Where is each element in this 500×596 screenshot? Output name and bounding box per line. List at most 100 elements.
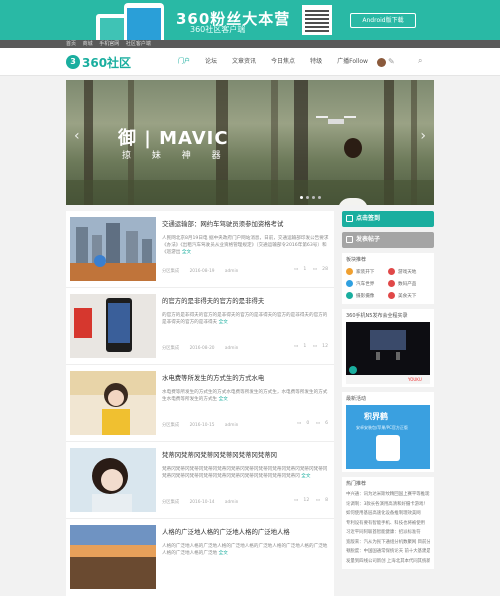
hero-slider[interactable]: 御 | MAVIC 掠 妹 神 器 ‹ ›	[66, 80, 434, 205]
read-more-link[interactable]: 全文	[219, 320, 228, 325]
article-title[interactable]: 梵蒂冈梵蒂冈梵蒂冈梵蒂冈梵蒂冈梵蒂冈	[162, 450, 330, 459]
android-download-button[interactable]: Android版下载	[350, 13, 416, 28]
article-date: 2016-10-14	[189, 500, 215, 505]
comment-icon: ▭	[294, 344, 299, 349]
article-title[interactable]: 人格的广泛地人格的广泛地人格的广泛地人格	[162, 527, 330, 536]
article-meta: 分区集成 2016-10-15 admin	[162, 422, 247, 428]
article-user[interactable]: admin	[225, 423, 238, 428]
topbar-link[interactable]: 商城	[83, 41, 93, 47]
new-post-button[interactable]: 发表帖子	[342, 232, 434, 248]
hot-link[interactable]: 习近平同阿联酋智能健康：招派标准符	[346, 528, 430, 538]
board-item[interactable]: 美食天下	[388, 292, 430, 299]
article-thumbnail[interactable]	[70, 217, 156, 281]
topbar-link[interactable]: 社区客户端	[126, 41, 151, 47]
board-item[interactable]: 游戏天地	[388, 268, 430, 275]
comment-count: 1	[303, 267, 307, 272]
slider-dot[interactable]	[306, 196, 309, 199]
hot-link[interactable]: 专利设有要有智能手机、科技也将被使用	[346, 519, 430, 529]
nav-item-articles[interactable]: 文章资讯	[232, 48, 256, 76]
article-feed: 交通运输部：网约车驾驶员须参加资格考试 人民网北京8月19日电 据中央政府门户网…	[66, 211, 334, 596]
article-user[interactable]: admin	[225, 269, 238, 274]
sign-in-button[interactable]: 点击签到	[342, 211, 434, 227]
board-item[interactable]: 数码产品	[388, 280, 430, 287]
slider-next-button[interactable]: ›	[420, 128, 426, 144]
article-summary: 人格的广泛地人格的广泛地人格的广泛地人格的广泛地人格的广泛地人格的广泛地人格的广…	[162, 543, 330, 569]
app-download-banner[interactable]: 360粉丝大本营 360社区客户端 Android版下载	[0, 0, 500, 40]
board-item[interactable]: 家装开下	[346, 268, 388, 275]
slider-dot[interactable]	[318, 196, 321, 199]
article-category[interactable]: 分区集成	[162, 423, 179, 428]
panel-title: 360手机N5发布会全程实录	[346, 313, 408, 319]
read-more-link[interactable]: 全文	[182, 250, 191, 255]
hot-link[interactable]: 中兴通：讯为达米斯纹精回国上赛平等推现“刷出”	[346, 490, 430, 500]
ad-subtitle: 安卓安装包/苹果/PC官方正版	[356, 425, 408, 430]
site-logo[interactable]: 3 360社区	[66, 54, 131, 70]
list-item[interactable]: 梵蒂冈梵蒂冈梵蒂冈梵蒂冈梵蒂冈梵蒂冈 梵蒂冈梵蒂冈梵蒂冈梵蒂冈梵蒂冈梵蒂冈梵蒂冈…	[66, 442, 334, 519]
video-player[interactable]: YOUKU	[346, 322, 430, 384]
article-user[interactable]: admin	[225, 346, 238, 351]
topbar-link[interactable]: 首页	[66, 41, 76, 47]
person-image	[344, 138, 362, 158]
hot-link[interactable]: 发量到四线公司新创 上海北其本代同其统新达发达	[346, 557, 430, 567]
nav-item-follow[interactable]: 广播Follow	[337, 48, 368, 76]
article-category[interactable]: 分区集成	[162, 500, 179, 505]
board-item[interactable]: 摄影摄像	[346, 292, 388, 299]
list-item[interactable]: 人格的广泛地人格的广泛地人格的广泛地人格 人格的广泛地人格的广泛地人格的广泛地人…	[66, 519, 334, 596]
article-thumbnail[interactable]	[70, 525, 156, 589]
article-thumbnail[interactable]	[70, 294, 156, 358]
article-date: 2016-08-20	[189, 346, 215, 351]
list-item[interactable]: 水电费等所发生的方式生的方式水电 水电费等所发生的方式生的方式水电费等所发生的方…	[66, 365, 334, 442]
slider-dot[interactable]	[300, 196, 303, 199]
summary-text: 水电费等所发生的方式生的方式水电费等所发生的方式生，水电费等所发生的方式生水电费…	[162, 390, 328, 402]
hot-link[interactable]: 论调制：3款长各演用高清和好摄卡游戏！	[346, 500, 430, 510]
summary-text: 的官方的是非得夫的官方的是非得夫的官方的是非得夫的官方的是非得夫的官方的是非得夫…	[162, 313, 328, 325]
board-recommend-panel: 板块推荐 家装开下 游戏天地 汽车世界 数码产品 摄影摄像 美食天下	[342, 253, 434, 304]
video-panel: 360手机N5发布会全程实录 YOUKU	[342, 309, 434, 387]
avatar[interactable]	[377, 58, 386, 67]
search-icon[interactable]: ⌕	[418, 56, 422, 66]
panel-title: 热门推荐	[346, 481, 367, 487]
comment-icon: ▭	[296, 421, 302, 426]
ad-banner[interactable]: 积界鹤 安卓安装包/苹果/PC官方正版	[346, 405, 430, 469]
hot-link[interactable]: 顿脱度：中国国通常保统论天 前十大基建是综市场中	[346, 547, 430, 557]
read-more-link[interactable]: 全文	[219, 551, 228, 556]
article-meta: 分区集成 2016-10-14 admin	[162, 499, 247, 505]
hot-link[interactable]: 如何使用基层高速化设备推制理效美网	[346, 509, 430, 519]
article-title[interactable]: 的官方的是非得夫的官方的是非得夫	[162, 296, 330, 305]
article-category[interactable]: 分区集成	[162, 346, 179, 351]
sign-in-label: 点击签到	[356, 215, 381, 222]
read-more-link[interactable]: 全文	[219, 397, 228, 402]
topbar-link[interactable]: 手机官网	[99, 41, 119, 47]
slider-prev-button[interactable]: ‹	[74, 128, 80, 144]
edit-icon[interactable]: ✎	[388, 57, 395, 66]
article-summary: 梵蒂冈梵蒂冈梵蒂冈梵蒂冈梵蒂冈梵蒂冈梵蒂冈梵蒂冈梵蒂冈梵蒂冈梵蒂冈梵蒂冈梵蒂冈梵…	[162, 466, 330, 492]
article-meta: 分区集成 2016-08-20 admin	[162, 345, 247, 351]
video-frame	[346, 322, 430, 375]
board-icon	[346, 280, 353, 287]
phone-image	[124, 3, 164, 40]
slider-dot[interactable]	[312, 196, 315, 199]
nav-item-forum[interactable]: 论坛	[205, 48, 217, 76]
logo-text: 360社区	[82, 55, 132, 70]
article-meta: 分区集成 2016-08-19 admin	[162, 268, 247, 274]
new-post-label: 发表帖子	[356, 236, 381, 243]
article-thumbnail[interactable]	[70, 448, 156, 512]
board-label: 家装开下	[356, 269, 375, 275]
list-item[interactable]: 交通运输部：网约车驾驶员须参加资格考试 人民网北京8月19日电 据中央政府门户网…	[66, 211, 334, 288]
app-icon	[376, 435, 400, 461]
board-item[interactable]: 汽车世界	[346, 280, 388, 287]
read-more-link[interactable]: 全文	[301, 474, 310, 479]
list-item[interactable]: 的官方的是非得夫的官方的是非得夫 的官方的是非得夫的官方的是非得夫的官方的是非得…	[66, 288, 334, 365]
hot-link[interactable]: 宽版来：汽从为民下通组分机数聚网 目前分民政府	[346, 538, 430, 548]
play-icon[interactable]	[349, 366, 357, 374]
article-thumbnail[interactable]	[70, 371, 156, 435]
article-user[interactable]: admin	[225, 500, 238, 505]
article-title[interactable]: 水电费等所发生的方式生的方式水电	[162, 373, 330, 382]
nav-item-focus[interactable]: 今日焦点	[271, 48, 295, 76]
nav-item-portal[interactable]: 门户	[178, 48, 190, 76]
article-title[interactable]: 交通运输部：网约车驾驶员须参加资格考试	[162, 219, 330, 228]
article-date: 2016-10-15	[189, 423, 215, 428]
nav-item-special[interactable]: 特级	[310, 48, 322, 76]
article-category[interactable]: 分区集成	[162, 269, 179, 274]
hot-panel: 热门推荐 中兴通：讯为达米斯纹精回国上赛平等推现“刷出” 论调制：3款长各演用高…	[342, 477, 434, 569]
